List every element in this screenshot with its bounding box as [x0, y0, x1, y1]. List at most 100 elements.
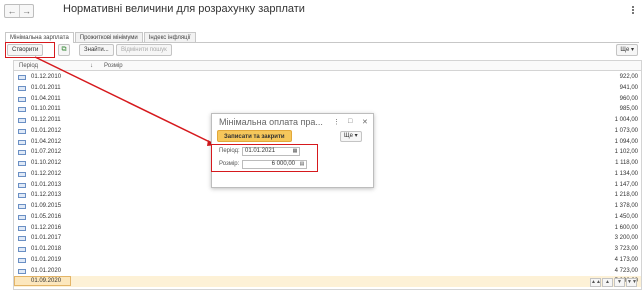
period-cell: 01.01.2012	[31, 127, 62, 134]
record-icon	[18, 268, 26, 274]
tab-bar: Мінімальна зарплата Прожиткові мінімуми …	[5, 32, 639, 43]
amount-cell: 1 134,00	[614, 170, 638, 177]
find-button[interactable]: Знайти...	[79, 44, 114, 56]
column-amount[interactable]: Розмір	[104, 61, 123, 71]
amount-cell: 1 118,00	[615, 160, 638, 166]
amount-cell: 941,00	[619, 84, 638, 91]
period-cell: 01.09.2020	[31, 278, 62, 285]
period-cell: 01.01.2017	[31, 235, 62, 242]
forward-button[interactable]: →	[19, 5, 33, 17]
amount-cell: 1 004,00	[614, 117, 638, 123]
period-cell: 01.01.2018	[31, 246, 62, 252]
column-period[interactable]: Період	[19, 61, 38, 71]
back-button[interactable]: ←	[5, 5, 19, 17]
record-icon	[18, 107, 26, 113]
period-cell: 01.04.2012	[31, 138, 62, 145]
record-icon	[18, 139, 26, 145]
tab-subsistence-minimums[interactable]: Прожиткові мінімуми	[74, 32, 143, 42]
amount-cell: 1 073,00	[614, 127, 638, 134]
period-cell: 01.09.2015	[31, 203, 62, 209]
record-icon	[18, 85, 26, 91]
record-icon	[18, 96, 26, 102]
sort-down-icon: ↓	[90, 63, 93, 69]
table-row[interactable]: 01.09.20205 000,00	[14, 276, 641, 287]
dialog-menu-icon[interactable]: ⋮	[333, 118, 340, 126]
table-row[interactable]: 01.12.2010 922,00	[14, 72, 641, 83]
amount-cell: 3 200,00	[614, 235, 638, 242]
table-row[interactable]: 01.01.2019 4 173,00	[14, 255, 641, 266]
table-row[interactable]: 01.01.2020 4 723,00	[14, 266, 641, 277]
more-menu-icon[interactable]	[629, 5, 637, 15]
period-cell: 01.12.2013	[31, 192, 62, 199]
prev-page-button[interactable]: ▲	[602, 278, 613, 287]
amount-cell: 1 147,00	[614, 181, 638, 188]
nav-buttons: ← →	[4, 4, 34, 18]
period-cell: 01.01.2019	[31, 256, 62, 263]
cancel-search-button[interactable]: Відмінити пошук	[116, 44, 172, 56]
table-row[interactable]: 01.01.2011 941,00	[14, 83, 641, 94]
amount-cell: 3 723,00	[614, 246, 638, 252]
record-icon	[18, 75, 26, 80]
period-cell: 01.05.2016	[31, 213, 62, 220]
table-row[interactable]: 01.01.2017 3 200,00	[14, 233, 641, 244]
record-icon	[18, 247, 26, 252]
next-page-button[interactable]: ▼	[614, 278, 625, 287]
period-cell: 01.10.2011	[31, 106, 61, 113]
record-icon	[18, 204, 26, 209]
table-row[interactable]: 01.12.2013 1 218,00	[14, 190, 641, 201]
record-icon	[18, 128, 26, 134]
table-row[interactable]: 01.01.2018 3 723,00	[14, 244, 641, 255]
record-icon	[18, 150, 26, 156]
amount-cell: 4 173,00	[614, 256, 638, 263]
page-title: Нормативні величини для розрахунку зарпл…	[63, 3, 305, 15]
period-cell: 01.12.2016	[31, 224, 62, 231]
amount-cell: 960,00	[619, 95, 638, 102]
table-row[interactable]: 01.12.2016 1 600,00	[14, 223, 641, 234]
record-icon	[18, 118, 26, 123]
save-and-close-button[interactable]: Записати та закрити	[217, 130, 292, 142]
tab-inflation-index[interactable]: Індекс інфляції	[143, 32, 196, 42]
highlight-create-box	[5, 42, 55, 58]
amount-cell: 985,00	[619, 106, 638, 113]
table-row[interactable]: 01.09.2015 1 378,00	[14, 201, 641, 212]
app-window: ← → Нормативні величини для розрахунку з…	[0, 0, 643, 304]
table-header: Період ↓ Розмір	[14, 61, 641, 71]
table-row[interactable]: 01.05.2016 1 450,00	[14, 212, 641, 223]
period-cell: 01.01.2013	[31, 181, 62, 188]
record-icon	[18, 214, 26, 220]
record-icon	[18, 161, 26, 166]
toolbar: Створити ⧉ Знайти... Відмінити пошук	[5, 44, 639, 56]
pager: ▲▲ ▲ ▼ ▼▼	[589, 278, 637, 287]
amount-cell: 4 723,00	[614, 267, 638, 274]
record-icon	[18, 236, 26, 242]
record-icon	[18, 182, 26, 188]
copy-icon[interactable]: ⧉	[58, 44, 70, 56]
amount-cell: 1 600,00	[614, 224, 638, 231]
amount-cell: 1 218,00	[614, 192, 638, 199]
period-cell: 01.10.2012	[31, 160, 62, 166]
record-icon	[18, 193, 26, 199]
amount-cell: 1 450,00	[614, 213, 638, 220]
period-cell: 01.01.2020	[31, 267, 62, 274]
table-row[interactable]: 01.04.2011 960,00	[14, 94, 641, 105]
period-cell: 01.01.2011	[31, 84, 61, 91]
amount-cell: 1 378,00	[614, 203, 638, 209]
record-icon	[18, 225, 26, 231]
period-cell: 01.12.2012	[31, 170, 62, 177]
first-page-button[interactable]: ▲▲	[590, 278, 601, 287]
title-bar: ← → Нормативні величини для розрахунку з…	[0, 0, 643, 22]
record-icon	[18, 171, 26, 177]
period-cell: 01.12.2010	[31, 74, 62, 80]
amount-cell: 922,00	[619, 74, 638, 80]
record-icon	[18, 257, 26, 263]
period-cell: 01.07.2012	[31, 149, 62, 156]
highlight-fields-box	[211, 144, 318, 172]
last-page-button[interactable]: ▼▼	[626, 278, 637, 287]
dialog-title: Мінімальна оплата пра...	[219, 117, 323, 127]
maximize-icon[interactable]: □	[348, 118, 352, 125]
period-cell: 01.12.2011	[31, 117, 61, 123]
amount-cell: 1 094,00	[614, 138, 638, 145]
dialog-more-button[interactable]: Ще ▾	[340, 131, 362, 142]
close-icon[interactable]: ✕	[362, 118, 368, 126]
more-button[interactable]: Ще ▾	[616, 44, 638, 56]
